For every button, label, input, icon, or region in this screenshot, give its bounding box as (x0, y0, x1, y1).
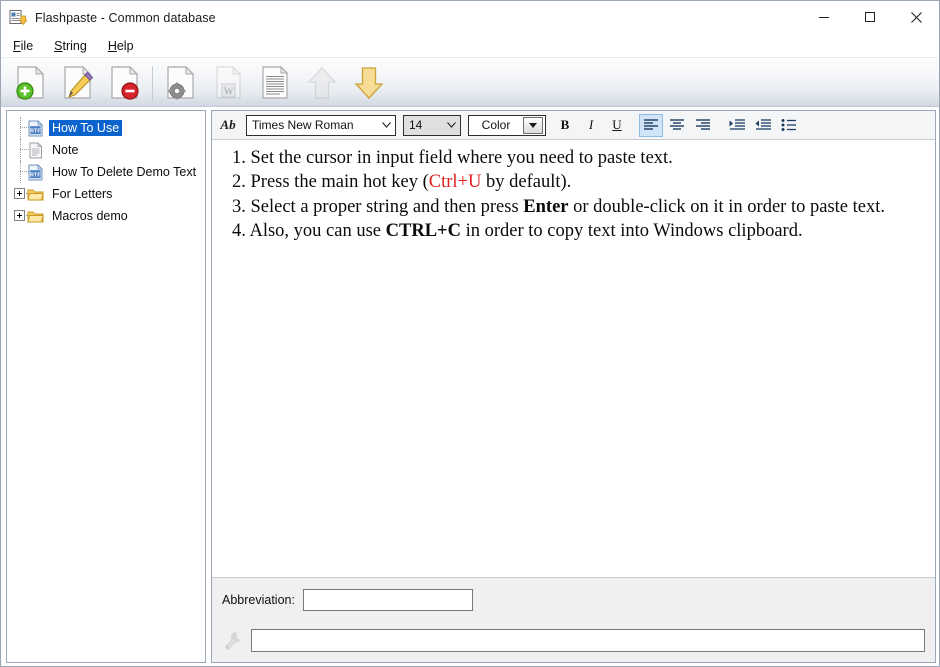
tree-indent (13, 117, 29, 139)
rtf-document-icon: RTF (27, 163, 44, 181)
tree-item-macros-demo[interactable]: Macros demo (7, 205, 205, 227)
tree-item-for-letters[interactable]: For Letters (7, 183, 205, 205)
title-bar: Flashpaste - Common database (1, 1, 939, 34)
new-string-button[interactable] (7, 61, 54, 105)
edit-string-button[interactable] (54, 61, 101, 105)
menu-bar: File String Help (1, 34, 939, 58)
main-toolbar: W (1, 58, 939, 107)
bullet-list-button[interactable] (777, 114, 801, 137)
editor-line-4-prefix: 4. Also, you can use (232, 221, 386, 242)
indent-increase-button[interactable] (725, 114, 749, 137)
window-controls (801, 1, 939, 33)
maximize-button[interactable] (847, 1, 893, 33)
menu-string[interactable]: String (49, 37, 97, 55)
menu-file[interactable]: File (8, 37, 43, 55)
bottom-panel: Abbreviation: (212, 577, 935, 662)
folder-icon (27, 208, 44, 225)
chevron-down-icon (377, 122, 395, 128)
editor-line-3-suffix: or double-click on it in order to paste … (568, 196, 885, 217)
editor-hotkey-ctrl-u: Ctrl+U (428, 172, 482, 193)
abbreviation-row: Abbreviation: (222, 578, 925, 622)
expand-plus-icon[interactable] (14, 210, 25, 221)
svg-text:RTF: RTF (30, 128, 41, 134)
editor-line-4: 4. Also, you can use CTRL+C in order to … (220, 219, 927, 243)
tree-item-label: Note (52, 143, 79, 157)
font-size-value: 14 (409, 118, 423, 132)
align-left-button[interactable] (639, 113, 663, 137)
rich-text-editor[interactable]: 1. Set the cursor in input field where y… (212, 140, 935, 577)
close-button[interactable] (893, 1, 939, 33)
move-down-button[interactable] (345, 61, 392, 105)
app-icon (9, 9, 28, 27)
toolbar-separator (152, 65, 153, 100)
font-family-select[interactable]: Times New Roman (246, 114, 396, 136)
tree-expander-macros-demo[interactable] (13, 205, 30, 227)
tree-item-note[interactable]: Note (7, 139, 205, 161)
settings-button[interactable] (157, 61, 204, 105)
editor-panel: Ab Times New Roman 14 Color B I U 1. Set… (211, 110, 936, 663)
expand-plus-icon[interactable] (14, 188, 25, 199)
align-center-button[interactable] (665, 114, 689, 137)
editor-keyword-ctrl-c: CTRL+C (385, 221, 461, 242)
font-color-value: Color (481, 118, 511, 132)
tree-indent (13, 161, 29, 183)
editor-line-2-prefix: 2. Press the main hot key ( (232, 172, 429, 193)
tree-indent (13, 139, 29, 161)
tree-item-label: How To Delete Demo Text (52, 165, 197, 179)
rtf-document-icon: RTF (27, 119, 44, 137)
body-split: RTF How To Use Note RTF How To Delete De… (1, 107, 939, 666)
tree-item-how-to-use[interactable]: RTF How To Use (7, 117, 205, 139)
editor-line-1: 1. Set the cursor in input field where y… (232, 148, 673, 168)
color-dropdown-arrow-icon[interactable] (523, 116, 543, 134)
editor-line-4-suffix: in order to copy text into Windows clipb… (460, 221, 803, 242)
wrench-tool-icon (222, 629, 244, 651)
editor-line-2-suffix: by default). (481, 172, 572, 193)
svg-text:W: W (223, 86, 233, 97)
format-toolbar: Ab Times New Roman 14 Color B I U (212, 111, 935, 140)
abbreviation-input[interactable] (302, 589, 473, 611)
macro-input[interactable] (251, 628, 925, 652)
editor-line-3: 3. Select a proper string and then press… (220, 195, 927, 219)
align-right-button[interactable] (691, 114, 715, 137)
menu-string-label: tring (62, 38, 87, 53)
editor-line-3-prefix: 3. Select a proper string and then press (232, 196, 524, 217)
italic-button[interactable]: I (579, 114, 603, 137)
window-title: Flashpaste - Common database (35, 10, 216, 25)
import-word-button: W (204, 61, 251, 105)
underline-button[interactable]: U (605, 114, 629, 137)
tree-expander-for-letters[interactable] (13, 183, 30, 205)
editor-line-2: 2. Press the main hot key (Ctrl+U by def… (220, 170, 927, 194)
font-color-select[interactable]: Color (468, 114, 546, 136)
tree-item-label: Macros demo (52, 209, 128, 223)
string-tree: RTF How To Use Note RTF How To Delete De… (7, 111, 205, 227)
bold-button[interactable]: B (553, 114, 577, 137)
chevron-down-icon (442, 122, 460, 128)
abbreviation-label: Abbreviation: (222, 593, 295, 607)
font-dialog-icon[interactable]: Ab (218, 117, 238, 133)
delete-string-button[interactable] (101, 61, 148, 105)
text-document-icon (27, 141, 44, 159)
font-size-select[interactable]: 14 (403, 114, 461, 136)
folder-icon (27, 186, 44, 203)
svg-text:RTF: RTF (30, 172, 41, 178)
menu-help[interactable]: Help (103, 37, 144, 55)
tree-item-label: For Letters (52, 187, 113, 201)
indent-decrease-button[interactable] (751, 114, 775, 137)
import-text-button[interactable] (251, 61, 298, 105)
editor-keyword-enter: Enter (523, 196, 569, 217)
move-up-button (298, 61, 345, 105)
tree-item-label: How To Use (49, 120, 123, 136)
menu-help-label: elp (116, 38, 134, 53)
font-family-value: Times New Roman (252, 118, 354, 132)
minimize-button[interactable] (801, 1, 847, 33)
macro-row (222, 622, 925, 658)
menu-file-label: ile (20, 38, 34, 53)
tree-item-how-to-delete-demo-text[interactable]: RTF How To Delete Demo Text (7, 161, 205, 183)
app-window: Flashpaste - Common database File String… (0, 0, 940, 667)
string-tree-panel[interactable]: RTF How To Use Note RTF How To Delete De… (6, 110, 206, 663)
